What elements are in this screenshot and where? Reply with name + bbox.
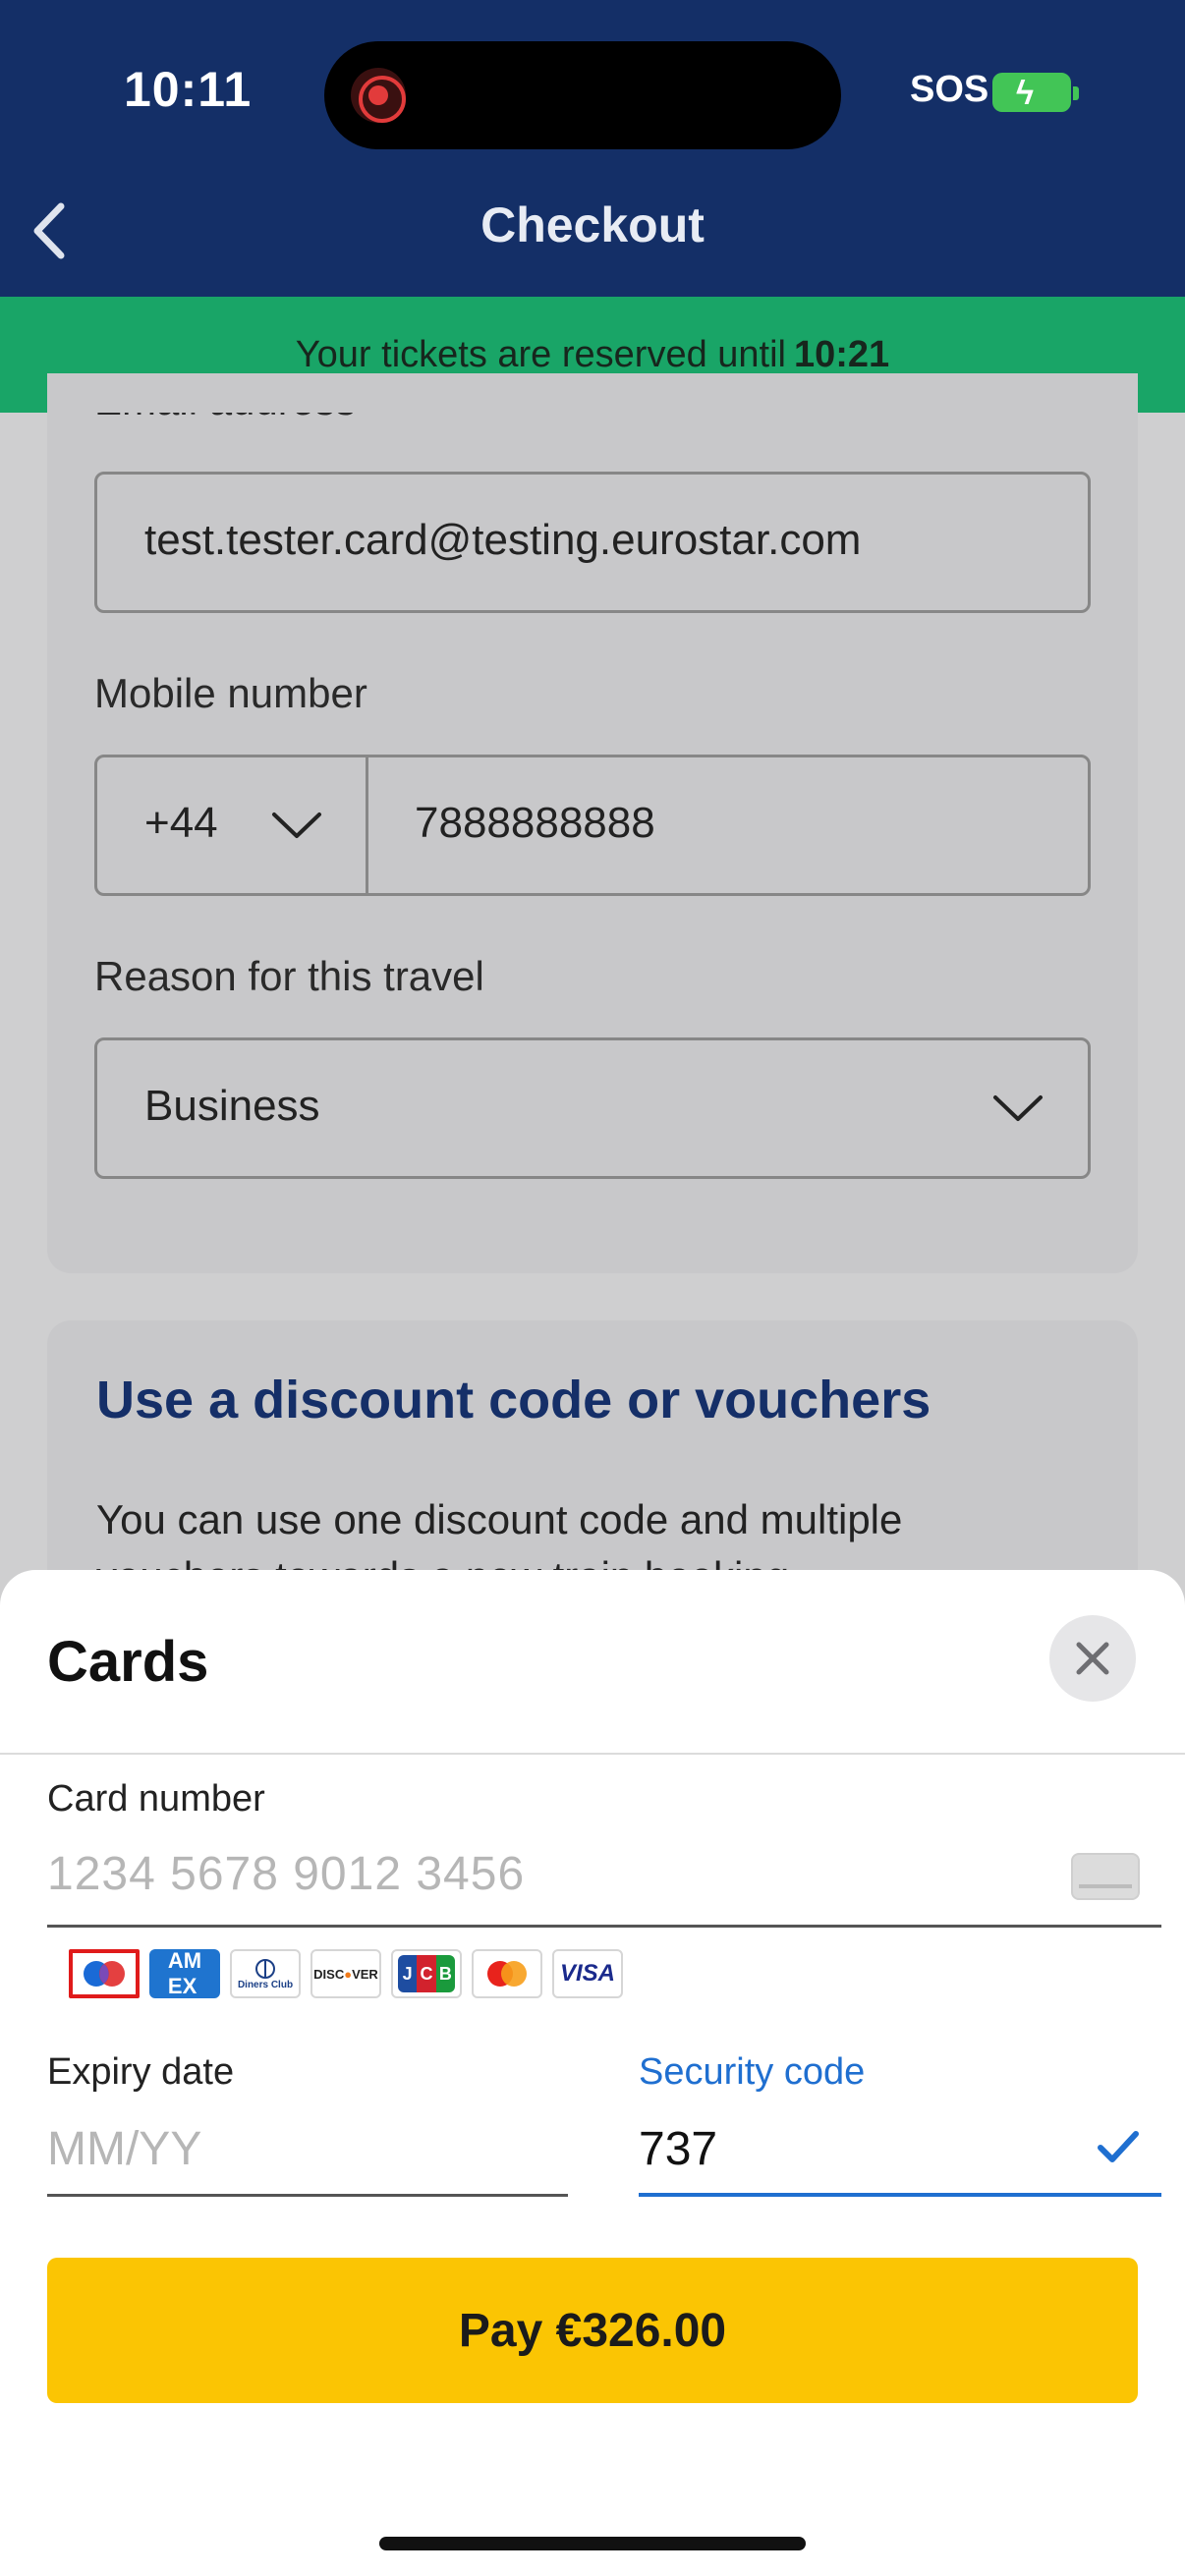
security-code-label: Security code [639, 2051, 866, 2093]
sheet-divider [0, 1753, 1185, 1755]
card-brand-list: AM EX Diners Club DISC ● VER J C B VISA [69, 1949, 623, 1998]
chevron-down-icon [272, 812, 321, 838]
maestro-icon [69, 1949, 140, 1998]
diners-club-icon: Diners Club [230, 1949, 301, 1998]
discount-title: Use a discount code or vouchers [96, 1371, 931, 1429]
visa-icon: VISA [552, 1949, 623, 1998]
status-time: 10:11 [124, 62, 253, 117]
email-field[interactable]: test.tester.card@testing.eurostar.com [94, 472, 1091, 613]
nav-bar: Checkout [0, 177, 1185, 297]
pay-button[interactable]: Pay €326.00 [47, 2258, 1138, 2403]
card-number-placeholder: 1234 5678 9012 3456 [47, 1848, 526, 1900]
reason-value: Business [144, 1082, 320, 1130]
recording-icon [351, 68, 406, 123]
mobile-label: Mobile number [94, 670, 367, 716]
mastercard-icon [472, 1949, 542, 1998]
generic-card-icon [1071, 1853, 1140, 1900]
chevron-down-icon [993, 1095, 1043, 1121]
reservation-time: 10:21 [793, 333, 890, 375]
jcb-icon: J C B [391, 1949, 462, 1998]
close-button[interactable] [1049, 1615, 1136, 1702]
battery-charging-icon: ϟ [992, 73, 1079, 112]
card-number-label: Card number [47, 1778, 265, 1820]
dynamic-island [324, 41, 841, 149]
reservation-text: Your tickets are reserved until [295, 333, 786, 375]
page-title: Checkout [480, 197, 705, 252]
expiry-input[interactable]: MM/YY [47, 2108, 568, 2197]
sheet-title: Cards [47, 1630, 209, 1694]
country-code-select[interactable]: +44 [97, 757, 368, 893]
expiry-label: Expiry date [47, 2051, 235, 2093]
mobile-value: 7888888888 [415, 799, 655, 847]
email-value: test.tester.card@testing.eurostar.com [144, 516, 862, 564]
card-number-input[interactable]: 1234 5678 9012 3456 [47, 1847, 1161, 1928]
reason-select[interactable]: Business [94, 1037, 1091, 1179]
amex-icon: AM EX [149, 1949, 220, 1998]
security-code-value: 737 [639, 2123, 718, 2175]
mobile-number-input[interactable]: 7888888888 [371, 757, 1088, 893]
country-code-value: +44 [144, 799, 218, 847]
close-icon [1076, 1642, 1109, 1675]
home-indicator [379, 2537, 806, 2550]
checkmark-icon [1098, 2131, 1139, 2162]
reason-label: Reason for this travel [94, 953, 484, 999]
security-code-input[interactable]: 737 [639, 2108, 1161, 2197]
sos-indicator: SOS [910, 69, 989, 110]
mobile-field: +44 7888888888 [94, 755, 1091, 896]
cards-bottom-sheet: Cards Card number 1234 5678 9012 3456 Ex… [0, 1570, 1185, 2576]
discover-icon: DISC ● VER [310, 1949, 381, 1998]
status-bar: 10:11 SOS ϟ [0, 0, 1185, 177]
expiry-placeholder: MM/YY [47, 2123, 202, 2175]
